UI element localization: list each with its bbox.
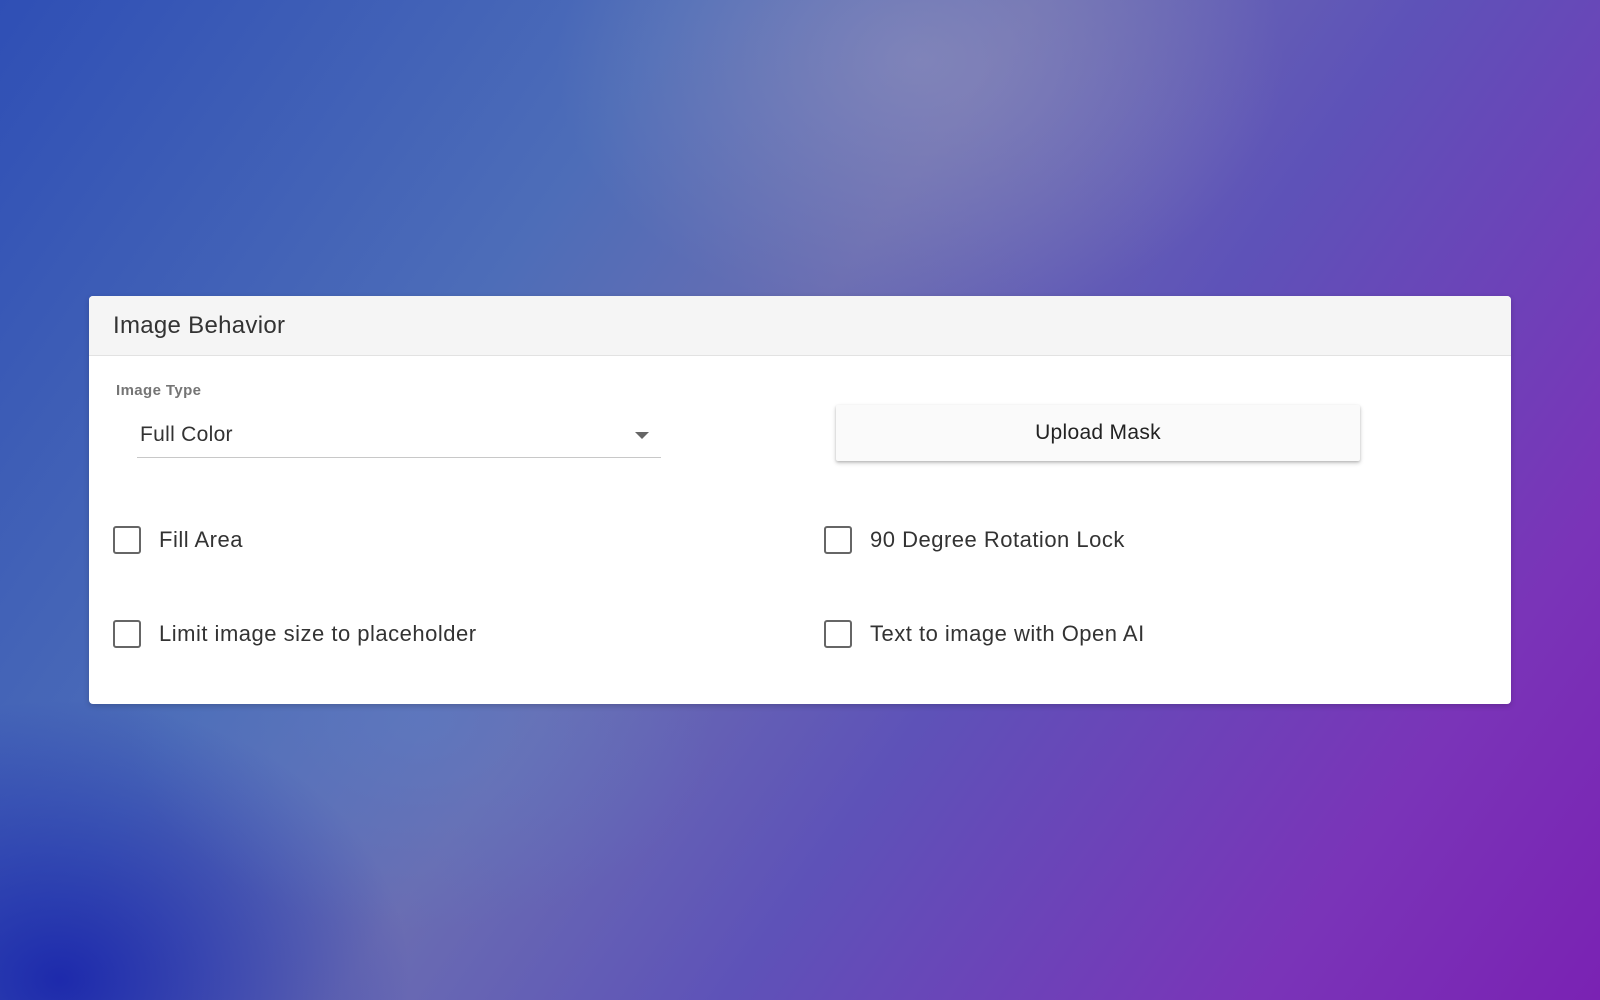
upload-mask-button[interactable]: Upload Mask xyxy=(836,405,1360,461)
limit-size-option[interactable]: Limit image size to placeholder xyxy=(113,620,477,648)
text-to-image-option[interactable]: Text to image with Open AI xyxy=(824,620,1145,648)
image-type-select[interactable]: Full Color xyxy=(137,414,661,458)
rotation-lock-option[interactable]: 90 Degree Rotation Lock xyxy=(824,526,1125,554)
rotation-lock-label[interactable]: 90 Degree Rotation Lock xyxy=(870,527,1125,553)
limit-size-checkbox[interactable] xyxy=(113,620,141,648)
card-header: Image Behavior xyxy=(89,296,1511,356)
text-to-image-label[interactable]: Text to image with Open AI xyxy=(870,621,1145,647)
rotation-lock-checkbox[interactable] xyxy=(824,526,852,554)
fill-area-label[interactable]: Fill Area xyxy=(159,527,243,553)
limit-size-label[interactable]: Limit image size to placeholder xyxy=(159,621,477,647)
image-type-label: Image Type xyxy=(116,382,202,399)
card-title: Image Behavior xyxy=(113,311,286,339)
fill-area-checkbox[interactable] xyxy=(113,526,141,554)
fill-area-option[interactable]: Fill Area xyxy=(113,526,243,554)
image-behavior-card: Image Behavior Image Type Full Color Upl… xyxy=(89,296,1511,704)
image-type-value: Full Color xyxy=(140,423,233,446)
chevron-down-icon[interactable] xyxy=(635,432,649,439)
text-to-image-checkbox[interactable] xyxy=(824,620,852,648)
